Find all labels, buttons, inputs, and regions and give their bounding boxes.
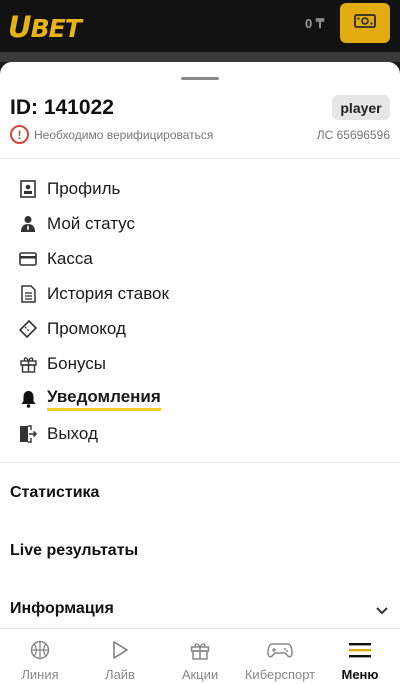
drag-handle[interactable]: [181, 77, 219, 80]
section-live-results[interactable]: Live результаты: [10, 542, 138, 560]
exclamation-icon: !: [10, 125, 29, 144]
menu-item-label: Промокод: [47, 318, 126, 338]
role-badge: player: [332, 95, 390, 120]
cash-icon: [354, 13, 376, 33]
section-information[interactable]: Информация: [10, 600, 114, 618]
cashier-button[interactable]: [340, 3, 390, 43]
menu-item-logout[interactable]: Выход: [0, 416, 400, 451]
verify-text: Необходимо верифицироваться: [34, 127, 214, 142]
nav-label: Акции: [181, 667, 219, 682]
menu-item-label: Профиль: [47, 178, 121, 198]
bottom-nav: Линия Лайв Акции Киберспорт Меню: [0, 628, 400, 684]
profile-card-icon: [18, 179, 38, 199]
account-menu: Профиль Мой статус Касса История ставок …: [0, 171, 400, 451]
logout-icon: [18, 424, 38, 444]
menu-item-label: Касса: [47, 248, 93, 268]
logo[interactable]: UBET: [8, 10, 82, 44]
document-icon: [18, 284, 38, 304]
menu-item-profile[interactable]: Профиль: [0, 171, 400, 206]
divider: [0, 158, 400, 159]
balance-amount: 0 ₸: [305, 16, 325, 31]
divider: [0, 462, 400, 463]
gift-icon: [18, 354, 38, 374]
menu-item-status[interactable]: Мой статус: [0, 206, 400, 241]
user-status-icon: [18, 214, 38, 234]
nav-label: Меню: [341, 667, 379, 682]
top-bar: UBET 0 ₸: [0, 0, 400, 52]
nav-label: Киберспорт: [244, 667, 316, 682]
play-icon: [111, 639, 129, 661]
menu-item-cashier[interactable]: Касса: [0, 241, 400, 276]
overlay-strip: [0, 52, 400, 62]
gamepad-icon: [267, 639, 293, 661]
nav-label: Лайв: [105, 667, 135, 682]
bell-icon: [18, 389, 38, 409]
nav-menu[interactable]: Меню: [320, 629, 400, 684]
menu-item-label: Бонусы: [47, 353, 107, 373]
menu-item-bonuses[interactable]: Бонусы: [0, 346, 400, 381]
account-number: ЛС 65696596: [316, 128, 390, 142]
menu-item-label: Мой статус: [47, 213, 135, 233]
menu-item-bet-history[interactable]: История ставок: [0, 276, 400, 311]
menu-icon: [349, 639, 371, 661]
credit-card-icon: [18, 249, 38, 269]
nav-label: Линия: [21, 667, 59, 682]
ticket-icon: [18, 319, 38, 339]
menu-item-label: История ставок: [47, 283, 169, 303]
chevron-down-icon[interactable]: [376, 602, 388, 620]
nav-live[interactable]: Лайв: [80, 629, 160, 684]
gift-icon: [190, 639, 210, 661]
nav-line[interactable]: Линия: [0, 629, 80, 684]
menu-sheet: ID: 141022 player ! Необходимо верифицир…: [0, 62, 400, 628]
user-id: ID: 141022: [10, 96, 114, 119]
nav-promotions[interactable]: Акции: [160, 629, 240, 684]
verification-warning[interactable]: ! Необходимо верифицироваться: [10, 125, 213, 144]
menu-item-notifications[interactable]: Уведомления: [0, 381, 400, 416]
basketball-icon: [30, 639, 50, 661]
nav-esports[interactable]: Киберспорт: [240, 629, 320, 684]
menu-item-label: Выход: [47, 423, 98, 443]
menu-item-label: Уведомления: [47, 387, 161, 411]
section-statistics[interactable]: Статистика: [10, 484, 99, 502]
menu-item-promocode[interactable]: Промокод: [0, 311, 400, 346]
